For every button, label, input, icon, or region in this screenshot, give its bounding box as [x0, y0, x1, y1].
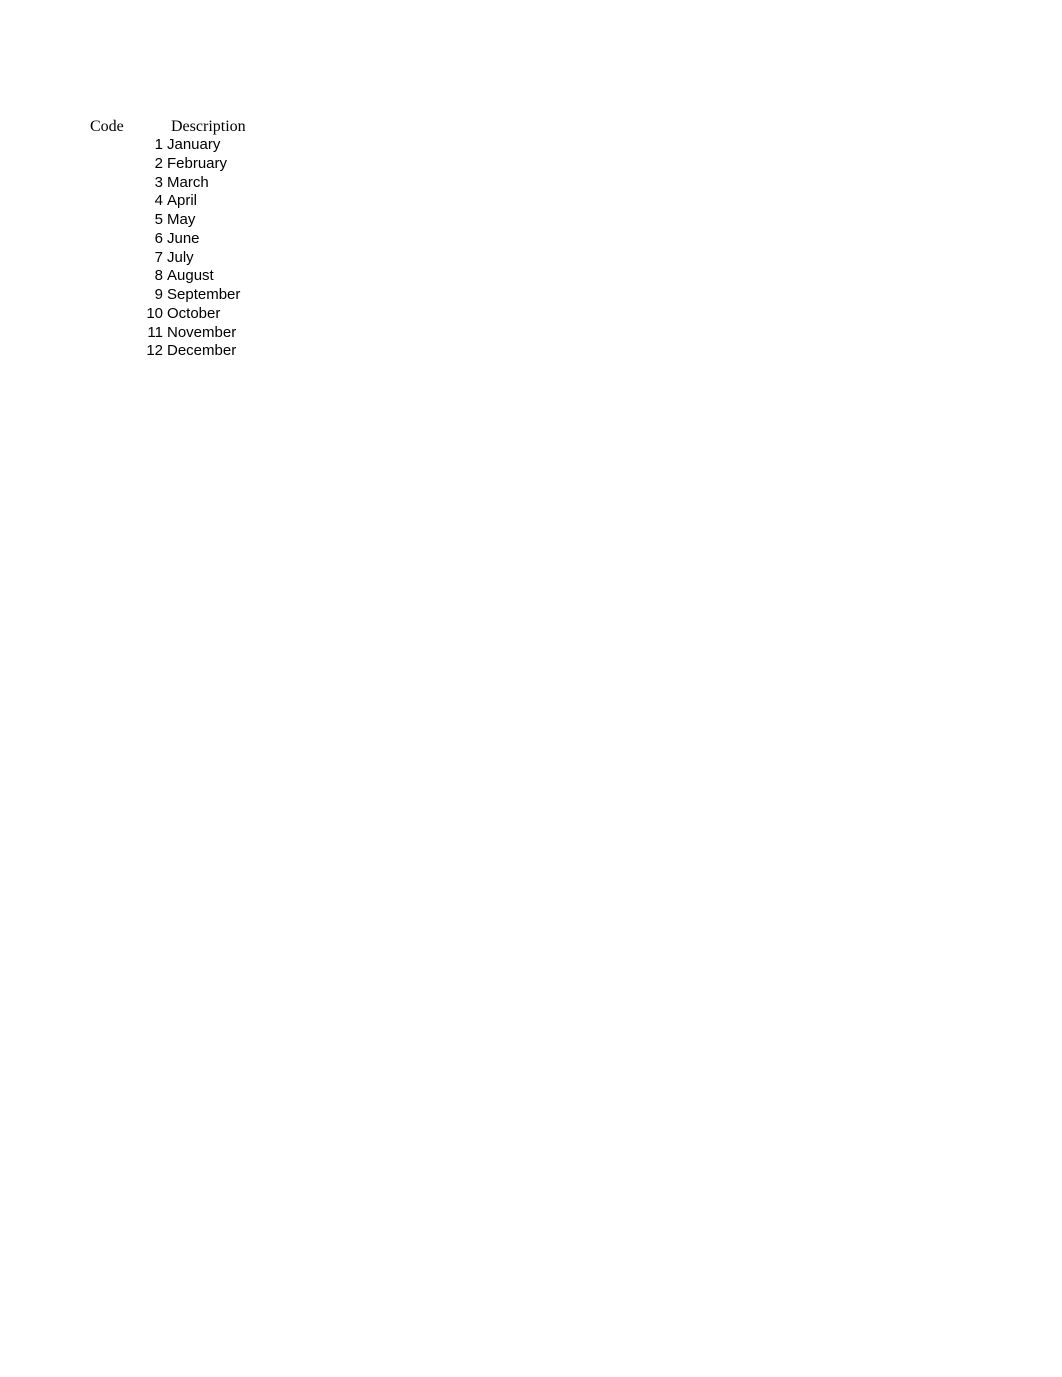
months-table: Code Description 1 January 2 February 3 … — [90, 118, 246, 361]
cell-code: 10 — [90, 305, 165, 324]
cell-code: 9 — [90, 286, 165, 305]
cell-description: May — [165, 211, 246, 230]
table-row: 10 October — [90, 305, 246, 324]
table-row: 4 April — [90, 192, 246, 211]
cell-description: July — [165, 249, 246, 268]
table-row: 7 July — [90, 249, 246, 268]
cell-code: 12 — [90, 342, 165, 361]
table-row: 11 November — [90, 324, 246, 343]
cell-code: 6 — [90, 230, 165, 249]
cell-code: 8 — [90, 267, 165, 286]
cell-description: September — [165, 286, 246, 305]
cell-code: 5 — [90, 211, 165, 230]
cell-code: 7 — [90, 249, 165, 268]
table-row: 1 January — [90, 136, 246, 155]
header-description: Description — [165, 118, 246, 136]
table-row: 5 May — [90, 211, 246, 230]
table-row: 8 August — [90, 267, 246, 286]
cell-description: April — [165, 192, 246, 211]
cell-code: 3 — [90, 174, 165, 193]
cell-code: 1 — [90, 136, 165, 155]
table-row: 6 June — [90, 230, 246, 249]
cell-description: March — [165, 174, 246, 193]
cell-code: 4 — [90, 192, 165, 211]
cell-code: 11 — [90, 324, 165, 343]
document-page: Code Description 1 January 2 February 3 … — [0, 0, 1062, 361]
cell-description: December — [165, 342, 246, 361]
cell-description: November — [165, 324, 246, 343]
header-code: Code — [90, 118, 165, 136]
table-row: 12 December — [90, 342, 246, 361]
cell-description: October — [165, 305, 246, 324]
cell-description: January — [165, 136, 246, 155]
table-header-row: Code Description — [90, 118, 246, 136]
cell-description: February — [165, 155, 246, 174]
table-row: 2 February — [90, 155, 246, 174]
cell-code: 2 — [90, 155, 165, 174]
table-row: 9 September — [90, 286, 246, 305]
cell-description: June — [165, 230, 246, 249]
table-row: 3 March — [90, 174, 246, 193]
cell-description: August — [165, 267, 246, 286]
